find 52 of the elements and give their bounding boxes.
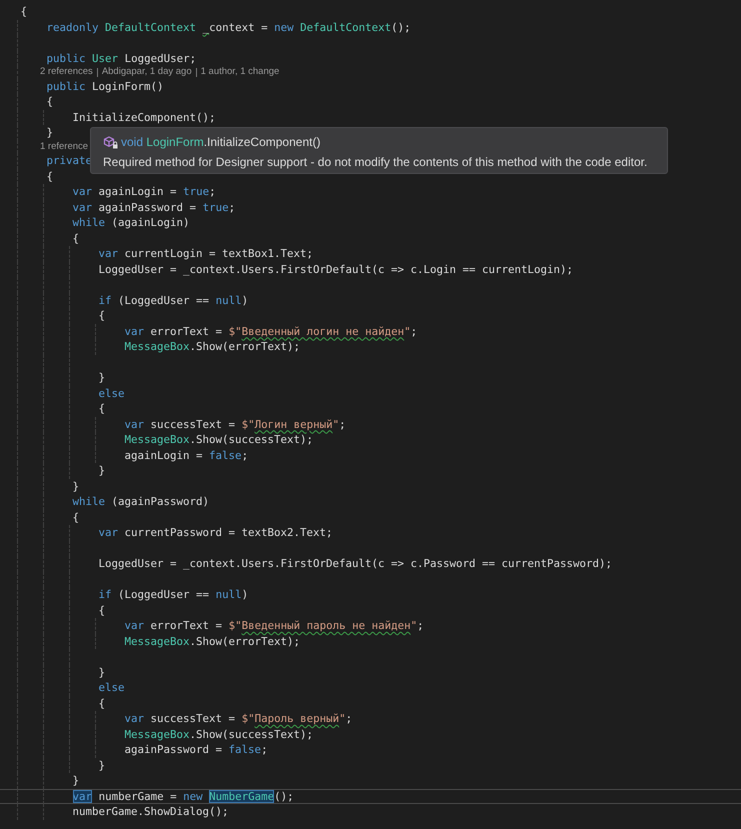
code-line: { bbox=[98, 696, 106, 711]
code-line: var successText = $"Пароль верный"; bbox=[124, 711, 352, 726]
code-line: InitializeComponent(); bbox=[72, 110, 216, 125]
code-line: private bbox=[46, 153, 92, 168]
code-line: { bbox=[20, 4, 28, 20]
code-line: againPassword = false; bbox=[124, 742, 268, 758]
code-line: else bbox=[98, 386, 125, 401]
code-line: MessageBox.Show(errorText); bbox=[124, 634, 300, 649]
cube-lock-icon bbox=[103, 136, 118, 148]
code-line: { bbox=[46, 168, 54, 184]
code-line: while (againPassword) bbox=[72, 494, 210, 510]
code-line: var againLogin = true; bbox=[72, 184, 216, 200]
code-line: var numberGame = new NumberGame(); bbox=[72, 788, 294, 804]
code-line: var successText = $"Логин верный"; bbox=[124, 416, 346, 432]
code-line: { bbox=[98, 602, 106, 618]
code-line: var errorText = $"Введенный логин не найден"; bbox=[124, 324, 418, 339]
code-line: } bbox=[98, 758, 106, 773]
code-line: if (LoggedUser == null) bbox=[98, 587, 248, 602]
code-line: MessageBox.Show(successText); bbox=[124, 432, 314, 448]
code-line: var againPassword = true; bbox=[72, 200, 236, 215]
code-line: var currentLogin = textBox1.Text; bbox=[98, 246, 314, 262]
code-line: { bbox=[72, 230, 80, 246]
code-line: else bbox=[98, 680, 125, 696]
code-line: { bbox=[72, 510, 80, 525]
code-line: } bbox=[98, 370, 106, 386]
code-line: } bbox=[46, 125, 54, 140]
code-line: readonly DefaultContext _context = new DefaultContext(); bbox=[46, 20, 411, 35]
codelens-link[interactable]: Abdigapar, 1 day ago bbox=[102, 66, 192, 78]
tooltip-description: Required method for Designer support - do not modify the contents of this method with the code editor. bbox=[103, 154, 648, 170]
code-line: var errorText = $"Введенный пароль не найден"; bbox=[124, 618, 424, 634]
method-signature: void LoginForm.InitializeComponent() bbox=[121, 135, 320, 149]
code-line: MessageBox.Show(errorText); bbox=[124, 339, 300, 354]
code-line: } bbox=[98, 463, 106, 478]
code-line: { bbox=[98, 308, 106, 324]
code-line: LoggedUser = _context.Users.FirstOrDefault(c => c.Password == currentPassword); bbox=[98, 556, 612, 572]
codelens-link[interactable]: 2 references bbox=[40, 66, 93, 78]
codelens-link[interactable]: 1 author, 1 change bbox=[200, 66, 280, 78]
codelens-link[interactable]: 1 reference bbox=[40, 140, 88, 153]
code-line: } bbox=[72, 773, 80, 788]
code-line: { bbox=[46, 94, 54, 110]
code-line: public LoginForm() bbox=[46, 78, 164, 94]
code-line: var currentPassword = textBox2.Text; bbox=[98, 525, 333, 540]
code-line: while (againLogin) bbox=[72, 215, 190, 230]
code-line: } bbox=[98, 664, 106, 680]
code-line: LoggedUser = _context.Users.FirstOrDefault(c => c.Login == currentLogin); bbox=[98, 262, 574, 277]
code-line: { bbox=[98, 401, 106, 416]
code-line: MessageBox.Show(successText); bbox=[124, 726, 314, 742]
code-line: public User LoggedUser; bbox=[46, 50, 196, 66]
code-line: if (LoggedUser == null) bbox=[98, 292, 248, 308]
code-line: numberGame.ShowDialog(); bbox=[72, 804, 229, 820]
code-line: } bbox=[72, 478, 80, 494]
code-line: againLogin = false; bbox=[124, 448, 248, 463]
